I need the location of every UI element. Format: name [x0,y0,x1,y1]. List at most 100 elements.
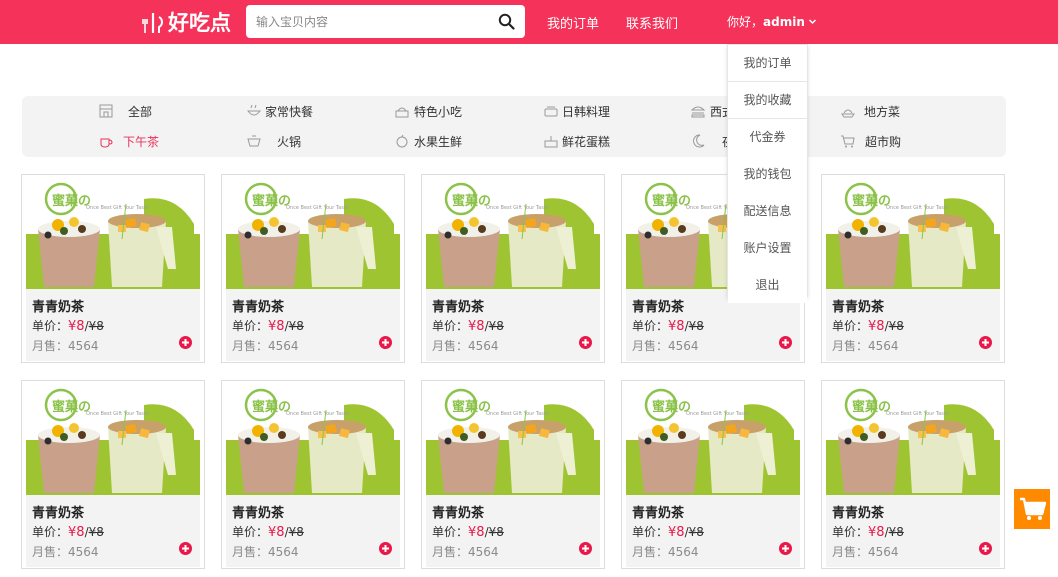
price-label: 单价： [32,525,69,539]
menu-logout[interactable]: 退出 [728,267,807,303]
category-label: 特色小吃 [414,104,463,119]
category-snacks[interactable]: 特色小吃 [394,101,462,121]
price-original: ¥8 [88,525,104,539]
product-card[interactable]: 蜜菓の Once Best Gift Your Taste 青青奶茶 单价：¥8… [21,174,205,363]
product-name: 青青奶茶 [632,300,685,315]
category-label: 家常快餐 [265,104,314,119]
add-to-cart-icon[interactable] [579,336,592,349]
category-hotpot[interactable]: 火锅 [246,131,301,151]
menu-my-favorites[interactable]: 我的收藏 [728,82,807,118]
product-name: 青青奶茶 [832,300,885,315]
search-box [246,5,525,38]
category-local-dishes[interactable]: 地方菜 [840,101,900,121]
category-label: 下午茶 [123,134,160,149]
milk-tea-image: 蜜菓の Once Best Gift Your Taste [826,385,1000,495]
logo[interactable]: 好吃点 [141,6,231,38]
price-original: ¥8 [288,319,304,333]
greeting-text: 你好， [727,15,764,29]
add-to-cart-icon[interactable] [379,542,392,555]
category-all[interactable]: 全部 [98,101,152,121]
teacup-icon [100,138,113,148]
monthly-sales: 月售：4564 [32,339,99,353]
price-current: ¥8 [268,319,285,334]
price-label: 单价： [32,319,69,333]
product-info: 青青奶茶 单价：¥8/¥8 月售：4564 [226,289,400,361]
category-fruit-fresh[interactable]: 水果生鲜 [394,131,462,151]
product-image[interactable]: 蜜菓の Once Best Gift Your Taste [426,179,600,289]
category-label: 水果生鲜 [414,134,463,149]
user-menu-toggle[interactable]: 你好， admin [727,13,817,30]
product-image[interactable]: 蜜菓の Once Best Gift Your Taste [826,385,1000,495]
product-price: 单价：¥8/¥8 [432,317,504,334]
product-info: 青青奶茶 单价：¥8/¥8 月售：4564 [226,495,400,567]
product-image[interactable]: 蜜菓の Once Best Gift Your Taste [226,385,400,495]
category-home-fastfood[interactable]: 家常快餐 [246,101,313,121]
pot-icon [247,135,261,147]
cart-icon [841,135,855,148]
product-card[interactable]: 蜜菓の Once Best Gift Your Taste 青青奶茶 单价：¥8… [621,380,805,569]
product-image[interactable]: 蜜菓の Once Best Gift Your Taste [26,179,200,289]
product-image[interactable]: 蜜菓の Once Best Gift Your Taste [426,385,600,495]
product-image[interactable]: 蜜菓の Once Best Gift Your Taste [626,385,800,495]
monthly-sales: 月售：4564 [632,339,699,353]
fruit-icon [396,134,408,148]
price-current: ¥8 [268,525,285,540]
product-card[interactable]: 蜜菓の Once Best Gift Your Taste 青青奶茶 单价：¥8… [221,174,405,363]
product-info: 青青奶茶 单价：¥8/¥8 月售：4564 [826,289,1000,361]
product-image[interactable]: 蜜菓の Once Best Gift Your Taste [226,179,400,289]
cake-icon [395,107,409,118]
add-to-cart-icon[interactable] [579,542,592,555]
category-japanese-korean[interactable]: 日韩料理 [543,101,610,121]
menu-my-wallet[interactable]: 我的钱包 [728,156,807,192]
svg-text:Once Best Gift Your Taste: Once Best Gift Your Taste [486,205,549,211]
shopping-cart-icon [1020,497,1047,520]
menu-account-settings[interactable]: 账户设置 [728,230,807,266]
milk-tea-image: 蜜菓の Once Best Gift Your Taste [626,385,800,495]
chevron-down-icon [808,19,816,25]
add-to-cart-icon[interactable] [979,336,992,349]
price-current: ¥8 [468,525,485,540]
nav-my-orders[interactable]: 我的订单 [547,13,599,32]
add-to-cart-icon[interactable] [179,542,192,555]
menu-delivery-info[interactable]: 配送信息 [728,193,807,229]
product-price: 单价：¥8/¥8 [832,317,904,334]
top-header: 好吃点 我的订单 联系我们 你好， admin [0,0,1058,44]
product-price: 单价：¥8/¥8 [632,317,704,334]
product-card[interactable]: 蜜菓の Once Best Gift Your Taste 青青奶茶 单价：¥8… [421,380,605,569]
product-price: 单价：¥8/¥8 [232,317,304,334]
product-card[interactable]: 蜜菓の Once Best Gift Your Taste 青青奶茶 单价：¥8… [821,380,1005,569]
search-input[interactable] [246,5,481,38]
monthly-sales: 月售：4564 [432,545,499,559]
product-card[interactable]: 蜜菓の Once Best Gift Your Taste 青青奶茶 单价：¥8… [21,380,205,569]
category-flowers-cakes[interactable]: 鲜花蛋糕 [543,131,610,151]
price-current: ¥8 [868,319,885,334]
add-to-cart-icon[interactable] [979,542,992,555]
add-to-cart-icon[interactable] [779,542,792,555]
product-image[interactable]: 蜜菓の Once Best Gift Your Taste [26,385,200,495]
product-card[interactable]: 蜜菓の Once Best Gift Your Taste 青青奶茶 单价：¥8… [221,380,405,569]
sushi-icon [544,106,558,117]
price-original: ¥8 [688,525,704,539]
menu-vouchers[interactable]: 代金券 [728,119,807,155]
category-afternoon-tea[interactable]: 下午茶 [98,131,159,151]
add-to-cart-icon[interactable] [779,336,792,349]
user-dropdown-menu: 我的订单 我的收藏 代金券 我的钱包 配送信息 账户设置 退出 [727,44,808,303]
product-card[interactable]: 蜜菓の Once Best Gift Your Taste 青青奶茶 单价：¥8… [421,174,605,363]
svg-text:Once Best Gift Your Taste: Once Best Gift Your Taste [286,205,349,211]
price-label: 单价： [632,319,669,333]
add-to-cart-icon[interactable] [379,336,392,349]
product-price: 单价：¥8/¥8 [232,523,304,540]
category-supermarket[interactable]: 超市购 [840,131,901,151]
product-card[interactable]: 蜜菓の Once Best Gift Your Taste 青青奶茶 单价：¥8… [821,174,1005,363]
add-to-cart-icon[interactable] [179,336,192,349]
monthly-sales: 月售：4564 [232,339,299,353]
monthly-sales: 月售：4564 [232,545,299,559]
search-icon[interactable] [498,13,515,30]
menu-my-orders[interactable]: 我的订单 [728,45,807,81]
floating-cart-button[interactable] [1014,489,1050,529]
product-image[interactable]: 蜜菓の Once Best Gift Your Taste [826,179,1000,289]
logo-text: 好吃点 [168,11,231,35]
category-label: 全部 [128,104,153,119]
product-info: 青青奶茶 单价：¥8/¥8 月售：4564 [426,495,600,567]
nav-contact-us[interactable]: 联系我们 [626,13,678,32]
